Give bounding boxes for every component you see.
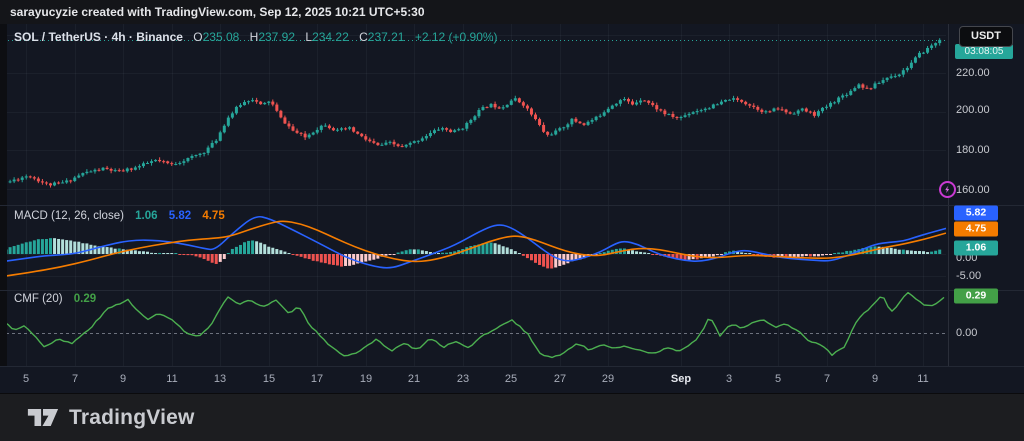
price-axis-label: 160.00	[956, 184, 990, 196]
macd-signal-badge: 4.75	[954, 221, 998, 237]
cmf-zero-label: 0.00	[956, 327, 978, 339]
time-axis-label: 5	[774, 373, 782, 385]
macd-signal-value: 4.75	[202, 210, 225, 222]
high-value: 237.92	[258, 30, 296, 44]
left-gutter	[0, 24, 7, 366]
time-axis-label: 5	[22, 373, 30, 385]
macd-legend[interactable]: MACD (12, 26, close) 1.06 5.82 4.75	[14, 210, 225, 222]
time-axis-label: 11	[917, 373, 929, 385]
time-axis-label: 11	[166, 373, 178, 385]
time-axis-label: 29	[601, 373, 615, 385]
cmf-pane-divider[interactable]	[0, 290, 1024, 291]
footer: TradingView	[0, 393, 1024, 441]
chart-canvas[interactable]	[0, 24, 948, 366]
cmf-legend[interactable]: CMF (20) 0.29	[14, 293, 96, 305]
tradingview-brand-text[interactable]: TradingView	[69, 406, 195, 430]
cmf-value: 0.29	[73, 293, 97, 305]
low-value: 234.22	[312, 30, 349, 44]
time-axis-label: 23	[456, 373, 470, 385]
price-axis-label: 200.00	[956, 104, 990, 116]
time-axis-label: 17	[310, 373, 324, 385]
macd-pane-divider[interactable]	[0, 205, 1024, 206]
price-axis-label: 220.00	[956, 67, 990, 79]
time-axis-label: Sep	[670, 373, 692, 385]
time-axis[interactable]: 5 7 9 11 13 15 17 19 21 23 25 27 29 Sep 3 5 7 9 11	[0, 366, 948, 393]
macd-scale-label: -5.00	[956, 270, 982, 282]
tradingview-snapshot: sarayucyzie created with TradingView.com…	[0, 0, 1024, 441]
time-axis-label: 3	[725, 373, 733, 385]
time-axis-label: 15	[262, 373, 276, 385]
attribution-text: sarayucyzie created with TradingView.com…	[10, 5, 425, 19]
time-axis-label: 21	[407, 373, 421, 385]
open-label: O	[193, 30, 203, 44]
cmf-title[interactable]: CMF (20)	[14, 293, 63, 305]
price-axis[interactable]: USDT 03:08:05 220.00 200.00 180.00 160.00 5…	[948, 24, 1024, 366]
macd-title[interactable]: MACD (12, 26, close)	[14, 210, 124, 222]
time-axis-label: 7	[823, 373, 831, 385]
time-axis-label: 13	[213, 373, 227, 385]
time-axis-label: 25	[504, 373, 518, 385]
time-axis-label: 19	[359, 373, 373, 385]
time-axis-label: 9	[119, 373, 127, 385]
macd-line-badge: 5.82	[954, 205, 998, 221]
time-axis-label: 27	[553, 373, 567, 385]
macd-line-value: 5.82	[168, 210, 192, 222]
macd-hist-badge: 1.06	[954, 240, 998, 256]
tradingview-logo-icon[interactable]	[26, 407, 60, 428]
boost-flash-icon[interactable]	[939, 181, 956, 198]
time-axis-label: 9	[871, 373, 879, 385]
symbol-title[interactable]: SOL / TetherUS · 4h · Binance	[14, 30, 183, 44]
macd-hist-value: 1.06	[135, 210, 158, 222]
price-axis-label: 180.00	[956, 144, 990, 156]
close-label: C	[359, 30, 368, 44]
symbol-legend[interactable]: SOL / TetherUS · 4h · Binance O235.08 H2…	[14, 30, 498, 44]
change-value: +2.12 (+0.90%)	[414, 30, 498, 44]
close-value: 237.21	[367, 30, 405, 44]
currency-button[interactable]: USDT	[959, 26, 1013, 47]
attribution-bar: sarayucyzie created with TradingView.com…	[0, 0, 1024, 24]
lightning-bolt-icon	[945, 185, 950, 194]
time-axis-label: 7	[71, 373, 79, 385]
open-value: 235.08	[202, 30, 240, 44]
cmf-value-badge: 0.29	[954, 288, 998, 304]
